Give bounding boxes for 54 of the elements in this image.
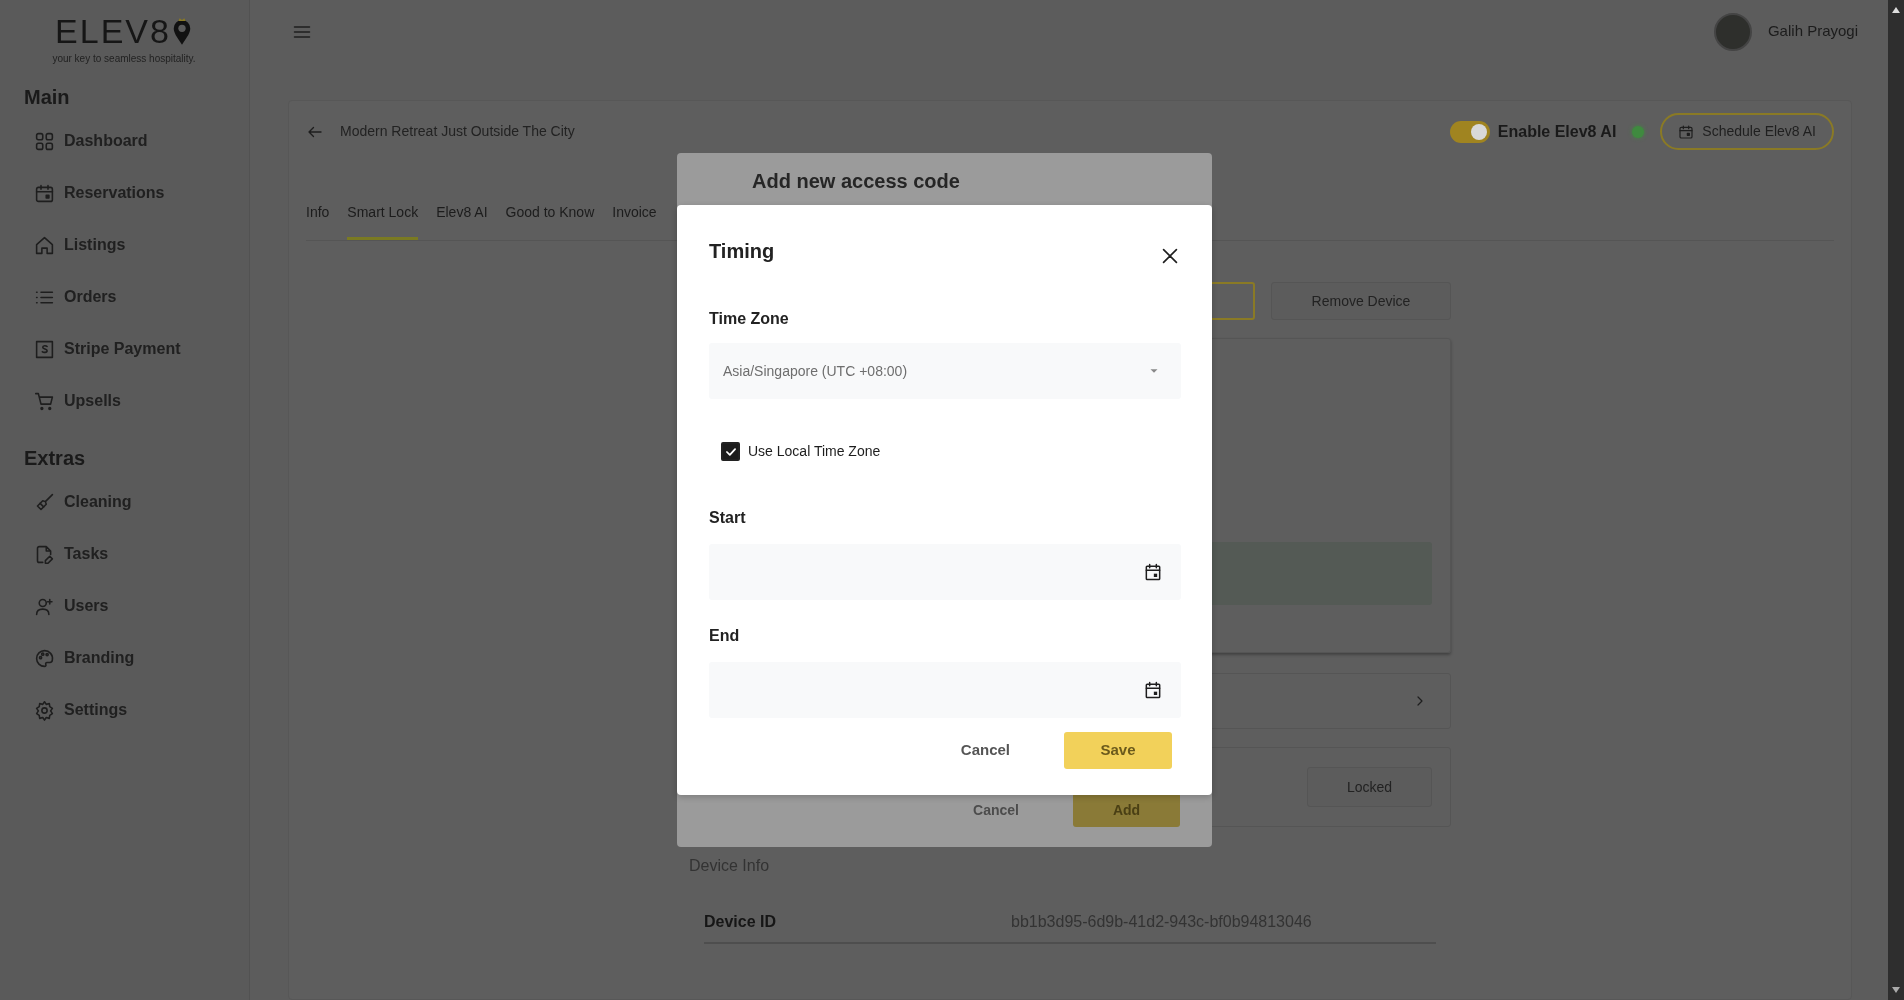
listing-title: Modern Retreat Just Outside The City <box>340 122 575 141</box>
grid-icon <box>34 130 55 152</box>
date-field[interactable] <box>709 662 1181 718</box>
add-button[interactable]: Add <box>1073 793 1180 827</box>
tab[interactable]: Invoice <box>612 196 657 240</box>
section-heading: Main <box>24 85 71 110</box>
sidebar-item[interactable]: Settings <box>24 684 249 736</box>
sidebar-item[interactable]: Stripe Payment <box>24 323 249 375</box>
logo-text: ELEV8 <box>55 14 171 48</box>
avatar[interactable] <box>1713 12 1752 51</box>
sidebar-item[interactable]: Dashboard <box>24 115 249 167</box>
cancel-button[interactable]: Cancel <box>954 738 1016 763</box>
calendar-icon <box>1143 562 1163 582</box>
calendar-icon <box>1143 680 1163 700</box>
field-label: Device ID <box>704 912 778 932</box>
lock-status-button[interactable]: Locked <box>1307 767 1432 807</box>
toggle-switch[interactable] <box>1449 120 1490 143</box>
date-field[interactable] <box>709 544 1181 600</box>
calendar-icon <box>34 182 55 204</box>
field-label: Time Zone <box>709 309 790 329</box>
field-label: Start <box>709 508 747 528</box>
toggle-label: Enable Elev8 AI <box>1497 121 1617 142</box>
sidebar-item[interactable]: Reservations <box>24 167 249 219</box>
sidebar-item[interactable]: Tasks <box>24 528 249 580</box>
schedule-button[interactable]: Schedule Elev8 AI <box>1660 113 1834 150</box>
tab[interactable]: Smart Lock <box>347 196 419 240</box>
file-pen-icon <box>34 543 55 565</box>
field-label: End <box>709 626 741 646</box>
modal-title: Add new access code <box>752 169 961 193</box>
sidebar-item[interactable]: Branding <box>24 632 249 684</box>
broom-icon <box>34 491 55 513</box>
save-button[interactable]: Save <box>1064 732 1172 769</box>
sidebar-item[interactable]: Upsells <box>24 375 249 427</box>
sidebar-item[interactable]: Users <box>24 580 249 632</box>
tab[interactable]: Elev8 AI <box>436 196 488 240</box>
checkbox[interactable] <box>721 442 740 461</box>
scrollbar[interactable] <box>1888 0 1904 1000</box>
house-icon <box>34 234 55 256</box>
sidebar-item[interactable]: Orders <box>24 271 249 323</box>
palette-icon <box>34 647 55 669</box>
sidebar-item[interactable]: Listings <box>24 219 249 271</box>
gear-icon <box>34 699 55 721</box>
checkbox-label[interactable]: Use Local Time Zone <box>748 441 881 462</box>
tab[interactable]: Info <box>306 196 330 240</box>
modal-title: Timing <box>709 239 775 263</box>
dollar-square-icon <box>34 338 55 360</box>
user-name[interactable]: Galih Prayogi <box>1767 20 1858 43</box>
calendar-icon <box>1678 123 1695 140</box>
cancel-button[interactable]: Cancel <box>967 798 1025 822</box>
sidebar-item[interactable]: Cleaning <box>24 476 249 528</box>
cart-icon <box>34 390 55 412</box>
remove-device-button[interactable]: Remove Device <box>1271 282 1451 320</box>
tab[interactable]: Good to Know <box>505 196 595 240</box>
section-heading: Extras <box>24 446 87 471</box>
